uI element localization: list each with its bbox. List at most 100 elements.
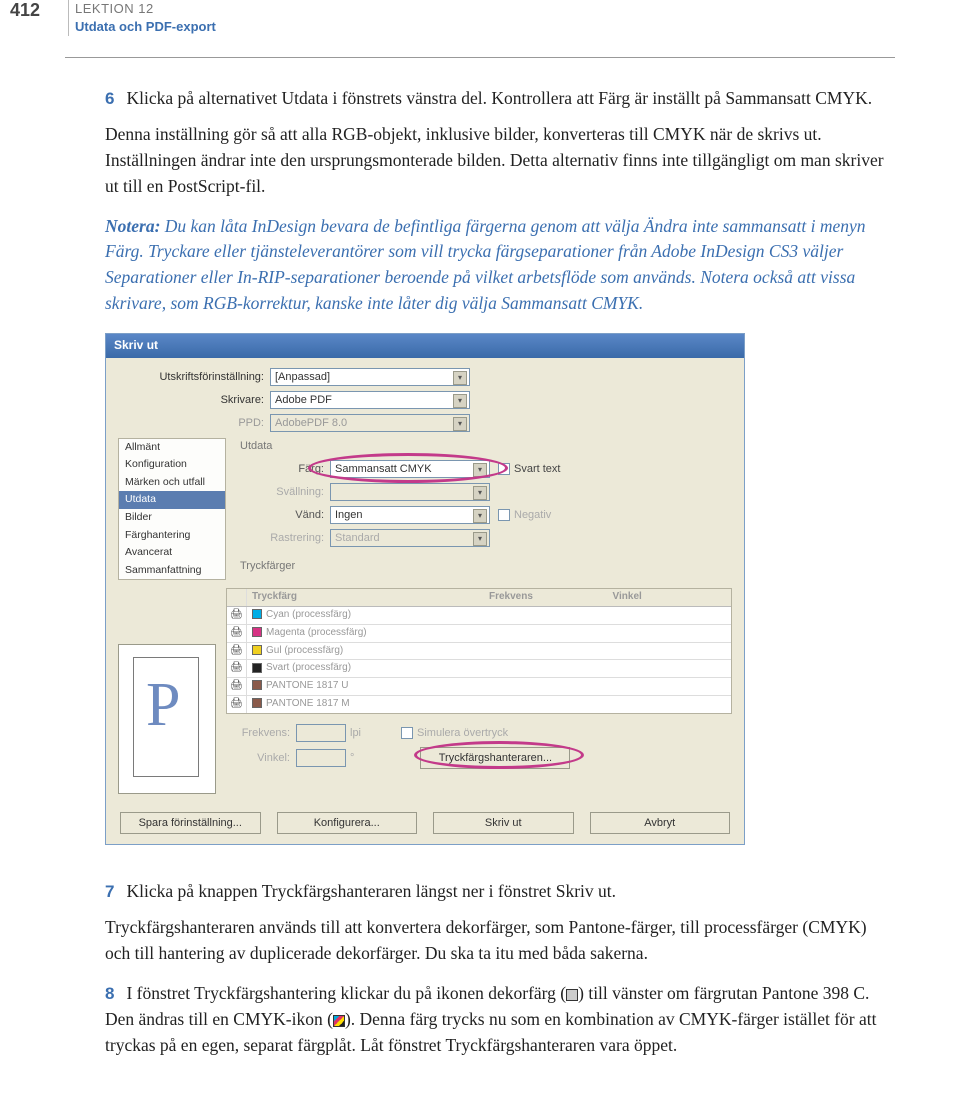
category-list: Allmänt Konfiguration Märken och utfall … (118, 438, 226, 580)
ink-name: Svart (processfärg) (247, 660, 484, 677)
blacktext-checkbox[interactable] (498, 463, 510, 475)
cancel-button[interactable]: Avbryt (590, 812, 731, 834)
lesson-title: Utdata och PDF-export (75, 18, 216, 36)
sidebar-item-images[interactable]: Bilder (119, 509, 225, 527)
ink-row: 🖨Magenta (processfärg) (227, 625, 731, 643)
sidebar-item-output[interactable]: Utdata (119, 491, 225, 509)
step-text: Klicka på alternativet Utdata i fönstret… (126, 88, 872, 108)
ink-freq (484, 660, 608, 677)
printer-label: Skrivare: (118, 392, 270, 408)
color-dropdown[interactable]: Sammansatt CMYK▾ (330, 460, 490, 478)
ink-row: 🖨Cyan (processfärg) (227, 607, 731, 625)
raster-dropdown: Standard▾ (330, 529, 490, 547)
sidebar-item-advanced[interactable]: Avancerat (119, 544, 225, 562)
save-preset-button[interactable]: Spara förinställning... (120, 812, 261, 834)
chevron-down-icon: ▾ (473, 486, 487, 500)
ink-print-icon: 🖨 (227, 696, 247, 713)
ink-print-icon: 🖨 (227, 625, 247, 642)
ink-name: PANTONE 1817 M (247, 696, 484, 713)
printer-dropdown[interactable]: Adobe PDF▾ (270, 391, 470, 409)
ink-print-icon: 🖨 (227, 660, 247, 677)
sidebar-item-general[interactable]: Allmänt (119, 439, 225, 457)
step-7: 7Klicka på knappen Tryckfärgshanteraren … (105, 879, 885, 967)
ink-row: 🖨Svart (processfärg) (227, 660, 731, 678)
inks-section-title: Tryckfärger (240, 558, 732, 574)
ink-angle (608, 678, 732, 695)
ink-freq (484, 643, 608, 660)
ink-freq (484, 678, 608, 695)
ink-name: PANTONE 1817 U (247, 678, 484, 695)
ppd-dropdown: AdobePDF 8.0▾ (270, 414, 470, 432)
negative-label: Negativ (514, 509, 551, 521)
ink-freq (484, 607, 608, 624)
sidebar-item-colormgmt[interactable]: Färghantering (119, 527, 225, 545)
chevron-down-icon: ▾ (453, 394, 467, 408)
print-button[interactable]: Skriv ut (433, 812, 574, 834)
col-header-ink: Tryckfärg (247, 589, 484, 606)
preset-dropdown[interactable]: [Anpassad]▾ (270, 368, 470, 386)
panel-title: Utdata (240, 438, 732, 454)
note-text: Du kan låta InDesign bevara de befintlig… (105, 216, 866, 314)
header-divider (68, 0, 69, 36)
inks-table: Tryckfärg Frekvens Vinkel 🖨Cyan (process… (226, 588, 732, 714)
step-6: 6Klicka på alternativet Utdata i fönstre… (105, 86, 885, 200)
configure-button[interactable]: Konfigurera... (277, 812, 418, 834)
ink-freq (484, 696, 608, 713)
sidebar-item-marks[interactable]: Märken och utfall (119, 474, 225, 492)
negative-checkbox (498, 509, 510, 521)
freq-label: Frekvens: (226, 725, 296, 741)
flip-dropdown[interactable]: Ingen▾ (330, 506, 490, 524)
overprint-dropdown: ▾ (330, 483, 490, 501)
angle-input (296, 749, 346, 767)
print-dialog: Skriv ut Utskriftsförinställning: [Anpas… (105, 333, 745, 845)
freq-unit: lpi (350, 725, 361, 741)
flip-label: Vänd: (240, 507, 330, 523)
step-number: 8 (105, 984, 114, 1003)
page-preview: P (118, 644, 216, 794)
dialog-title: Skriv ut (106, 334, 744, 358)
ink-row: 🖨Gul (processfärg) (227, 643, 731, 661)
preset-label: Utskriftsförinställning: (118, 369, 270, 385)
simulate-overprint-checkbox (401, 727, 413, 739)
chevron-down-icon: ▾ (473, 509, 487, 523)
freq-input (296, 724, 346, 742)
ink-freq (484, 625, 608, 642)
ink-name: Gul (processfärg) (247, 643, 484, 660)
ink-angle (608, 696, 732, 713)
blacktext-label: Svart text (514, 463, 560, 475)
ink-print-icon: 🖨 (227, 678, 247, 695)
step-8: 8I fönstret Tryckfärgshantering klickar … (105, 981, 885, 1059)
angle-label: Vinkel: (226, 750, 296, 766)
ink-angle (608, 643, 732, 660)
spot-color-icon (566, 989, 578, 1001)
chevron-down-icon: ▾ (453, 371, 467, 385)
ink-angle (608, 625, 732, 642)
note-block: Notera: Du kan låta InDesign bevara de b… (105, 214, 885, 318)
step-text: Tryckfärgshanteraren används till att ko… (105, 915, 885, 967)
angle-unit: ° (350, 750, 354, 766)
ink-angle (608, 660, 732, 677)
sidebar-item-summary[interactable]: Sammanfattning (119, 562, 225, 580)
ink-row: 🖨PANTONE 1817 U (227, 678, 731, 696)
overprint-label: Svällning: (240, 484, 330, 500)
preview-letter: P (146, 660, 180, 752)
ink-name: Cyan (processfärg) (247, 607, 484, 624)
simulate-overprint-label: Simulera övertryck (417, 727, 508, 739)
raster-label: Rastrering: (240, 530, 330, 546)
chevron-down-icon: ▾ (473, 532, 487, 546)
lesson-number: LEKTION 12 (75, 0, 216, 18)
ink-manager-button[interactable]: Tryckfärgshanteraren... (420, 747, 570, 769)
sidebar-item-config[interactable]: Konfiguration (119, 456, 225, 474)
ink-name: Magenta (processfärg) (247, 625, 484, 642)
cmyk-icon (333, 1015, 345, 1027)
ink-row: 🖨PANTONE 1817 M (227, 696, 731, 713)
chevron-down-icon: ▾ (473, 463, 487, 477)
col-header-angle: Vinkel (608, 589, 732, 606)
ink-angle (608, 607, 732, 624)
print-dialog-screenshot: Skriv ut Utskriftsförinställning: [Anpas… (105, 333, 885, 845)
ink-print-icon: 🖨 (227, 607, 247, 624)
ppd-label: PPD: (118, 415, 270, 431)
note-label: Notera: (105, 216, 160, 236)
color-label: Färg: (240, 461, 330, 477)
step-text: Klicka på knappen Tryckfärgshanteraren l… (126, 881, 616, 901)
